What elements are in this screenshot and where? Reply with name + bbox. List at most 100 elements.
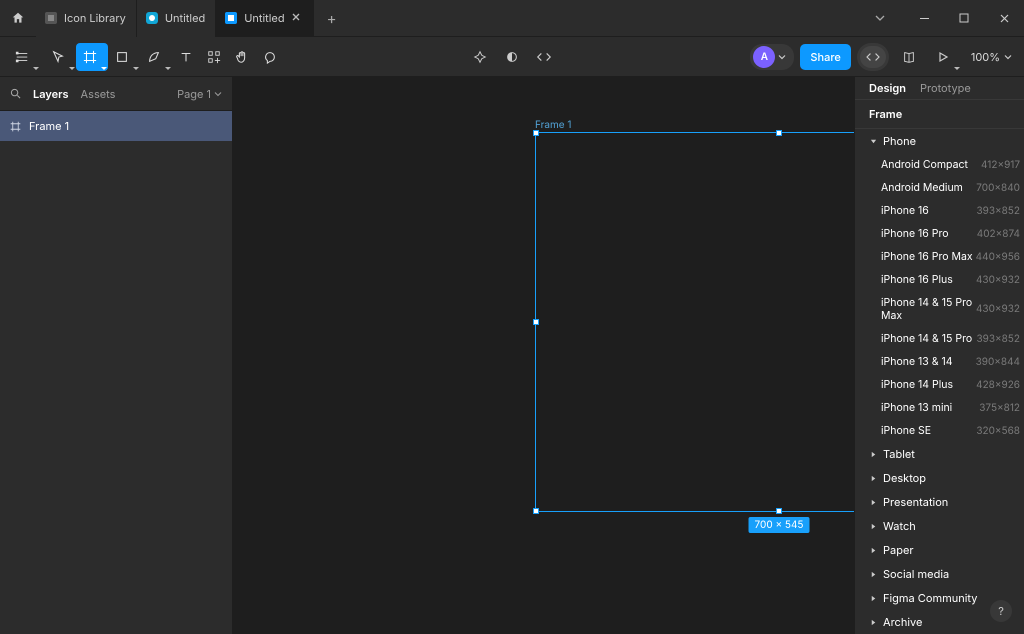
preset-name: iPhone 14 & 15 Pro Max xyxy=(881,296,976,322)
pen-tool[interactable] xyxy=(140,43,172,71)
dark-mode-toggle[interactable] xyxy=(498,43,526,71)
frame-tool[interactable] xyxy=(76,43,108,71)
preset-group-label: Social media xyxy=(883,567,949,581)
caret-right-icon xyxy=(869,547,877,554)
tab-untitled-2-active[interactable]: Untitled xyxy=(216,0,313,37)
caret-right-icon xyxy=(869,475,877,482)
preset-iphone-13-mini[interactable]: iPhone 13 mini375×812 xyxy=(855,396,1024,419)
library-icon[interactable] xyxy=(895,43,923,71)
preset-dims: 393×852 xyxy=(976,333,1020,345)
preset-name: iPhone 13 & 14 xyxy=(881,355,953,368)
preset-group-desktop[interactable]: Desktop xyxy=(855,466,1024,490)
caret-right-icon xyxy=(869,619,877,626)
preset-iphone-13-14[interactable]: iPhone 13 & 14 390×844 xyxy=(855,350,1024,373)
window-minimize[interactable] xyxy=(904,0,944,37)
layer-row-frame-1[interactable]: Frame 1 xyxy=(0,111,232,141)
preset-group-presentation[interactable]: Presentation xyxy=(855,490,1024,514)
search-icon[interactable] xyxy=(10,88,21,99)
preset-dims: 393×852 xyxy=(976,205,1020,217)
main-menu[interactable] xyxy=(8,43,40,71)
preset-group-phone[interactable]: Phone xyxy=(855,129,1024,153)
caret-right-icon xyxy=(869,571,877,578)
design-tab[interactable]: Design xyxy=(869,81,906,95)
help-button[interactable]: ? xyxy=(990,600,1012,622)
resize-handle-tl[interactable] xyxy=(533,130,539,136)
move-tool[interactable] xyxy=(44,43,76,71)
left-panel: Layers Assets Page 1 Frame 1 xyxy=(0,77,233,634)
tab-label: Icon Library xyxy=(64,11,126,25)
preset-name: iPhone SE xyxy=(881,424,931,437)
frame-icon xyxy=(10,121,21,132)
shape-tool[interactable] xyxy=(108,43,140,71)
tab-untitled-1[interactable]: Untitled xyxy=(137,0,216,37)
preset-dims: 390×844 xyxy=(976,356,1020,368)
frame-section-title: Frame xyxy=(855,100,1024,129)
preset-name: iPhone 16 Pro Max xyxy=(881,250,973,263)
preset-group-social-media[interactable]: Social media xyxy=(855,562,1024,586)
resize-handle-bl[interactable] xyxy=(533,508,539,514)
preset-group-tablet[interactable]: Tablet xyxy=(855,442,1024,466)
canvas-frame-label[interactable]: Frame 1 xyxy=(535,119,571,131)
preset-iphone-14-15-pro-max[interactable]: iPhone 14 & 15 Pro Max430×932 xyxy=(855,291,1024,327)
caret-right-icon xyxy=(869,595,877,602)
right-panel: Design Prototype Frame PhoneAndroid Comp… xyxy=(854,77,1024,634)
text-tool[interactable] xyxy=(172,43,200,71)
dev-mode-button[interactable] xyxy=(860,46,886,68)
share-button[interactable]: Share xyxy=(800,44,850,70)
preset-dims: 412×917 xyxy=(981,159,1020,171)
home-button[interactable] xyxy=(0,0,36,36)
preset-dims: 430×932 xyxy=(976,303,1020,315)
page-selector[interactable]: Page 1 xyxy=(177,87,222,101)
preset-name: iPhone 16 xyxy=(881,204,929,217)
tab-label: Untitled xyxy=(165,11,205,25)
preset-group-paper[interactable]: Paper xyxy=(855,538,1024,562)
resources-tool[interactable] xyxy=(200,43,228,71)
window-maximize[interactable] xyxy=(944,0,984,37)
new-tab-button[interactable]: + xyxy=(314,0,350,36)
preset-iphone-14-plus[interactable]: iPhone 14 Plus428×926 xyxy=(855,373,1024,396)
avatar-menu[interactable]: A xyxy=(750,44,794,70)
layers-tab[interactable]: Layers xyxy=(33,87,69,101)
caret-right-icon xyxy=(869,451,877,458)
preset-iphone-16-plus[interactable]: iPhone 16 Plus 430×932 xyxy=(855,268,1024,291)
preset-dims: 402×874 xyxy=(977,228,1020,240)
preset-name: iPhone 14 & 15 Pro xyxy=(881,332,972,345)
hand-tool[interactable] xyxy=(228,43,256,71)
tab-icon-library[interactable]: Icon Library xyxy=(36,0,137,37)
resize-handle-ml[interactable] xyxy=(533,319,539,325)
preset-iphone-16[interactable]: iPhone 16 393×852 xyxy=(855,199,1024,222)
multiplayer-cursor-icon[interactable] xyxy=(466,43,494,71)
comment-tool[interactable] xyxy=(256,43,284,71)
preset-android-compact[interactable]: Android Compact 412×917 xyxy=(855,153,1024,176)
preset-dims: 430×932 xyxy=(976,274,1020,286)
prototype-tab[interactable]: Prototype xyxy=(920,81,971,95)
preset-group-watch[interactable]: Watch xyxy=(855,514,1024,538)
preset-name: iPhone 14 Plus xyxy=(881,378,953,391)
window-menu-chevron[interactable] xyxy=(860,0,900,37)
tab-label: Untitled xyxy=(244,11,284,25)
canvas[interactable]: Frame 1 700 × 545 xyxy=(233,77,854,634)
zoom-menu[interactable]: 100% xyxy=(967,50,1016,64)
preset-iphone-14-15-pro[interactable]: iPhone 14 & 15 Pro 393×852 xyxy=(855,327,1024,350)
selected-frame[interactable]: 700 × 545 xyxy=(535,132,854,512)
dev-mode-toggle[interactable] xyxy=(530,43,558,71)
assets-tab[interactable]: Assets xyxy=(81,87,116,101)
preset-iphone-16-pro-max[interactable]: iPhone 16 Pro Max440×956 xyxy=(855,245,1024,268)
figma-file-icon xyxy=(44,11,58,25)
preset-group-label: Figma Community xyxy=(883,591,977,605)
layer-name: Frame 1 xyxy=(29,119,69,133)
close-tab-icon[interactable] xyxy=(291,12,303,24)
present-button[interactable] xyxy=(929,43,961,71)
preset-dims: 440×956 xyxy=(976,251,1020,263)
user-avatar: A xyxy=(753,46,775,68)
preset-group-label: Desktop xyxy=(883,471,926,485)
resize-handle-mt[interactable] xyxy=(776,130,782,136)
preset-name: Android Compact xyxy=(881,158,968,171)
window-close[interactable] xyxy=(984,0,1024,37)
figma-file-icon xyxy=(224,11,238,25)
preset-iphone-16-pro[interactable]: iPhone 16 Pro402×874 xyxy=(855,222,1024,245)
resize-handle-mb[interactable] xyxy=(776,508,782,514)
preset-android-medium[interactable]: Android Medium700×840 xyxy=(855,176,1024,199)
preset-name: iPhone 16 Plus xyxy=(881,273,953,286)
preset-iphone-se[interactable]: iPhone SE320×568 xyxy=(855,419,1024,442)
